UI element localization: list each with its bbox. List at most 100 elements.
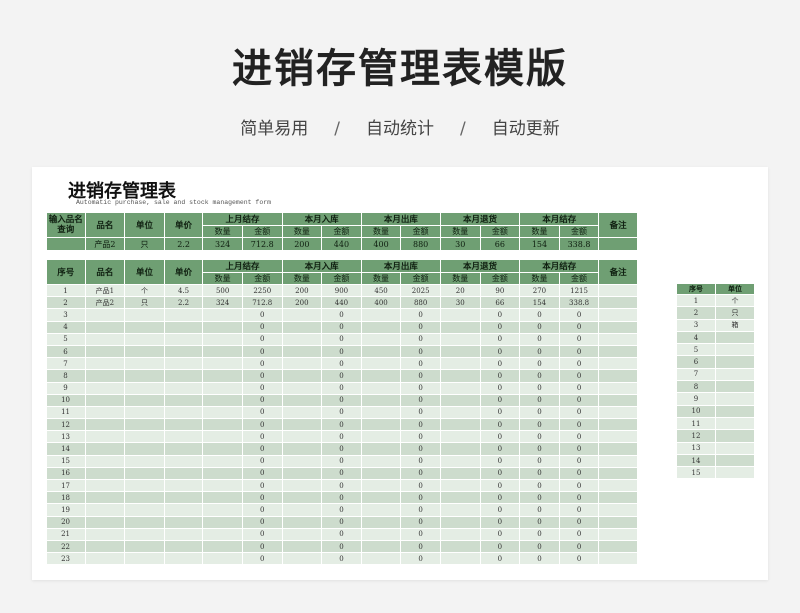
- table-cell[interactable]: 0: [321, 503, 362, 517]
- table-cell[interactable]: [164, 321, 204, 334]
- table-cell[interactable]: [440, 455, 481, 468]
- table-cell[interactable]: [440, 491, 481, 505]
- table-cell[interactable]: [124, 442, 165, 456]
- table-cell[interactable]: [202, 503, 243, 517]
- table-cell[interactable]: 2.2: [164, 296, 204, 310]
- table-cell[interactable]: 0: [559, 467, 600, 481]
- table-cell[interactable]: 0: [480, 442, 521, 456]
- lookup-cell[interactable]: 只: [715, 306, 755, 320]
- lookup-cell[interactable]: 10: [676, 404, 716, 418]
- table-cell[interactable]: [202, 491, 243, 505]
- table-cell[interactable]: [361, 552, 402, 566]
- table-cell[interactable]: [282, 321, 323, 334]
- table-cell[interactable]: [282, 528, 323, 541]
- table-cell[interactable]: 0: [480, 382, 521, 395]
- table-cell[interactable]: [440, 418, 481, 432]
- table-cell[interactable]: 个: [124, 284, 165, 298]
- table-cell[interactable]: 0: [480, 418, 521, 432]
- table-cell[interactable]: [361, 540, 402, 554]
- table-cell[interactable]: [598, 357, 638, 371]
- table-cell[interactable]: [598, 382, 638, 395]
- table-cell[interactable]: [440, 394, 481, 407]
- table-cell[interactable]: [440, 516, 481, 529]
- table-cell[interactable]: [85, 516, 126, 529]
- table-cell[interactable]: [361, 394, 402, 407]
- table-cell[interactable]: 0: [559, 528, 600, 541]
- table-cell[interactable]: 0: [519, 528, 560, 541]
- table-cell[interactable]: 0: [559, 357, 600, 371]
- table-cell[interactable]: 0: [321, 491, 362, 505]
- table-cell[interactable]: [361, 491, 402, 505]
- table-cell[interactable]: 3: [46, 308, 86, 322]
- table-cell[interactable]: 17: [46, 479, 86, 493]
- table-cell[interactable]: [85, 369, 126, 383]
- lookup-cell[interactable]: [715, 343, 755, 357]
- table-cell[interactable]: 0: [480, 321, 521, 334]
- table-cell[interactable]: [124, 333, 165, 346]
- lookup-cell[interactable]: [715, 453, 755, 468]
- lookup-cell[interactable]: 2: [676, 306, 716, 320]
- query-input-cell[interactable]: [46, 237, 86, 251]
- table-cell[interactable]: 0: [480, 516, 521, 529]
- lookup-cell[interactable]: [715, 355, 755, 369]
- lookup-cell[interactable]: 9: [676, 392, 716, 406]
- lookup-cell[interactable]: 7: [676, 367, 716, 382]
- table-cell[interactable]: [598, 540, 638, 554]
- table-cell[interactable]: 0: [519, 394, 560, 407]
- table-cell[interactable]: [164, 491, 204, 505]
- table-cell[interactable]: 0: [559, 406, 600, 420]
- table-cell[interactable]: [598, 430, 638, 444]
- table-cell[interactable]: 0: [242, 442, 283, 456]
- table-cell[interactable]: 1215: [559, 284, 600, 298]
- table-cell[interactable]: [164, 382, 204, 395]
- table-cell[interactable]: 0: [400, 357, 441, 371]
- table-cell[interactable]: 0: [519, 369, 560, 383]
- table-cell[interactable]: [598, 479, 638, 493]
- table-cell[interactable]: [282, 540, 323, 554]
- table-cell[interactable]: 0: [242, 345, 283, 359]
- table-cell[interactable]: 66: [480, 296, 521, 310]
- table-cell[interactable]: 0: [519, 491, 560, 505]
- table-cell[interactable]: 0: [321, 394, 362, 407]
- table-cell[interactable]: [85, 552, 126, 566]
- table-cell[interactable]: 2025: [400, 284, 441, 298]
- table-cell[interactable]: [164, 516, 204, 529]
- table-cell[interactable]: 500: [202, 284, 243, 298]
- table-cell[interactable]: 0: [321, 455, 362, 468]
- table-cell[interactable]: [361, 479, 402, 493]
- table-cell[interactable]: [85, 528, 126, 541]
- table-cell[interactable]: 20: [46, 516, 86, 529]
- table-cell[interactable]: 0: [519, 345, 560, 359]
- table-cell[interactable]: [202, 528, 243, 541]
- table-cell[interactable]: [361, 503, 402, 517]
- lookup-cell[interactable]: 箱: [715, 318, 755, 332]
- table-cell[interactable]: 产品1: [85, 284, 126, 298]
- table-cell[interactable]: [202, 442, 243, 456]
- table-cell[interactable]: [85, 430, 126, 444]
- table-cell[interactable]: [164, 467, 204, 481]
- table-cell[interactable]: [598, 418, 638, 432]
- table-cell[interactable]: 0: [321, 430, 362, 444]
- table-cell[interactable]: [361, 467, 402, 481]
- table-cell[interactable]: 只: [124, 296, 165, 310]
- table-cell[interactable]: 0: [321, 357, 362, 371]
- table-cell[interactable]: [598, 503, 638, 517]
- table-cell[interactable]: 0: [519, 321, 560, 334]
- table-cell[interactable]: [202, 394, 243, 407]
- table-cell[interactable]: 0: [519, 357, 560, 371]
- table-cell[interactable]: [282, 430, 323, 444]
- table-cell[interactable]: [361, 528, 402, 541]
- table-cell[interactable]: [124, 528, 165, 541]
- table-cell[interactable]: [361, 430, 402, 444]
- table-cell[interactable]: [440, 369, 481, 383]
- table-cell[interactable]: [361, 442, 402, 456]
- table-cell[interactable]: 0: [400, 442, 441, 456]
- table-cell[interactable]: 440: [321, 296, 362, 310]
- table-cell[interactable]: [164, 455, 204, 468]
- table-cell[interactable]: [124, 479, 165, 493]
- lookup-cell[interactable]: [715, 380, 755, 394]
- table-cell[interactable]: 450: [361, 284, 402, 298]
- table-cell[interactable]: [361, 345, 402, 359]
- table-cell[interactable]: 0: [480, 479, 521, 493]
- table-cell[interactable]: 14: [46, 442, 86, 456]
